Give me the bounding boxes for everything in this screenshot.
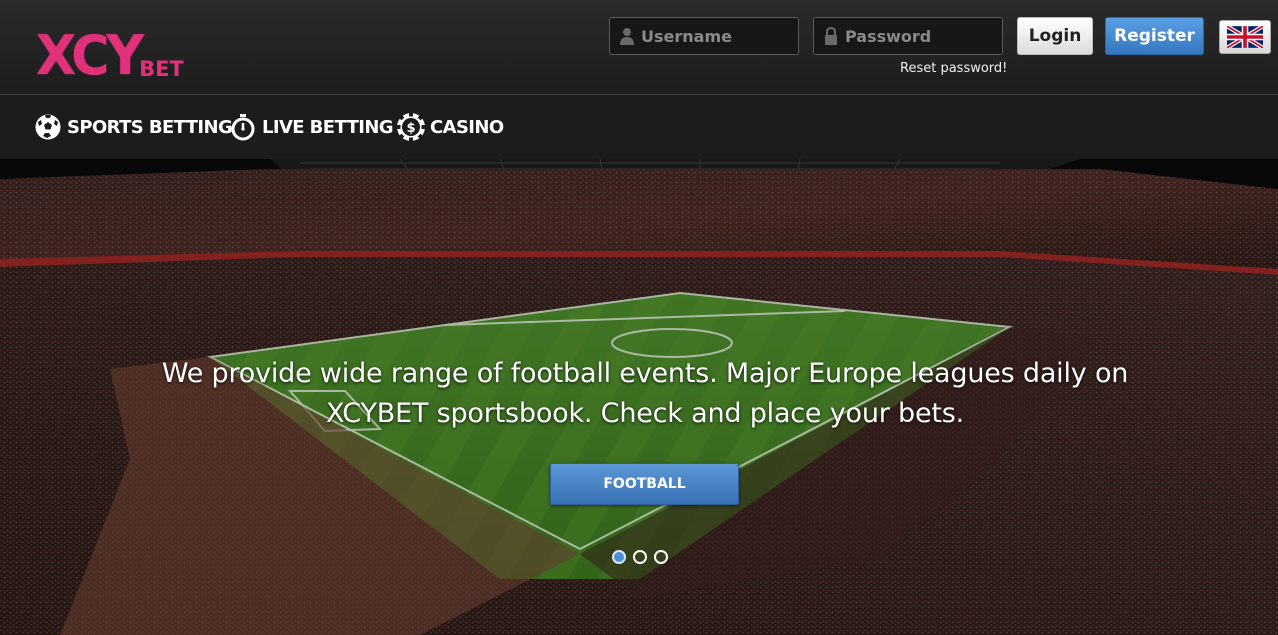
language-selector[interactable] [1219,20,1271,54]
main-nav: SPORTS BETTING LIVE BETTING $ CASINO [0,95,1278,159]
slide-dot-2[interactable] [633,550,647,564]
slide-dot-3[interactable] [654,550,668,564]
slide-dot-1[interactable] [612,550,626,564]
hero-slider: We provide wide range of football events… [0,159,1278,635]
lock-icon [823,26,839,46]
password-input[interactable] [845,19,1002,53]
username-field[interactable] [609,17,799,55]
username-input[interactable] [641,19,798,53]
login-button[interactable]: Login [1017,17,1093,55]
user-icon [619,26,635,46]
nav-casino[interactable]: $ CASINO [396,109,504,145]
top-header: XCY BET Reset password! Login Register [0,0,1278,95]
logo-sub-text: BET [139,57,184,81]
nav-label: LIVE BETTING [262,116,394,138]
reset-password-link[interactable]: Reset password! [900,61,1007,76]
password-field[interactable] [813,17,1003,55]
soccer-ball-icon [33,112,63,142]
slider-dots [612,550,668,564]
nav-label: SPORTS BETTING [67,116,233,138]
uk-flag-icon [1227,26,1263,48]
casino-chip-icon: $ [396,112,426,142]
nav-sports-betting[interactable]: SPORTS BETTING [33,109,233,145]
brand-logo[interactable]: XCY BET [36,18,184,88]
stopwatch-icon [228,112,258,142]
svg-text:$: $ [406,121,415,136]
register-button[interactable]: Register [1105,17,1204,55]
football-button[interactable]: FOOTBALL [550,463,739,505]
nav-live-betting[interactable]: LIVE BETTING [228,109,394,145]
logo-main-text: XCY [36,24,144,88]
hero-text: We provide wide range of football events… [161,358,1129,429]
nav-label: CASINO [430,116,504,138]
